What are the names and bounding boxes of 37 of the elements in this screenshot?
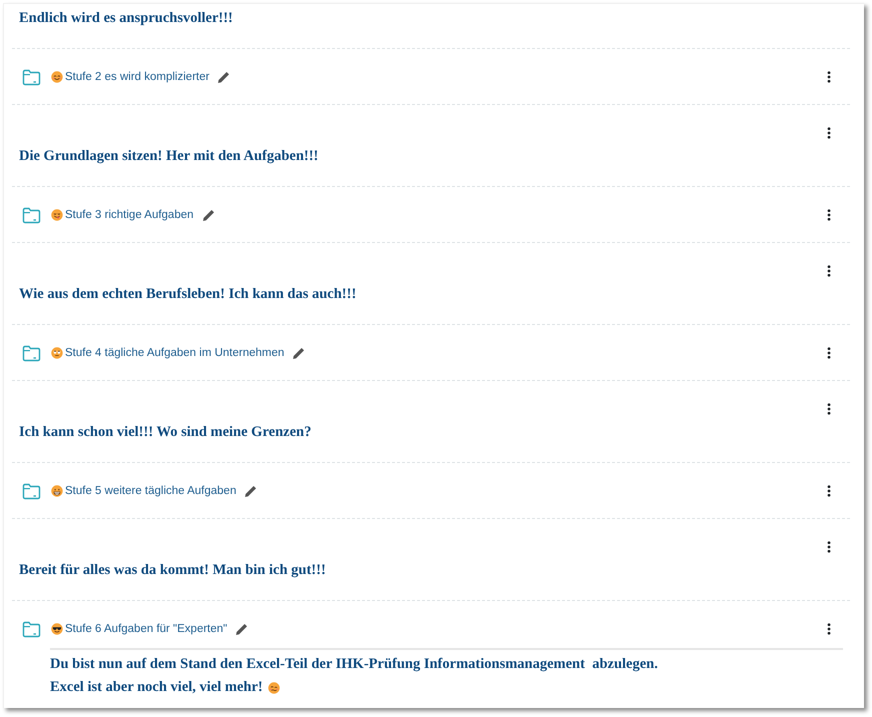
folder-icon <box>22 482 41 500</box>
kebab-menu-icon[interactable] <box>827 541 831 553</box>
eye-roll-face-icon <box>51 347 63 359</box>
section-title: Wie aus dem echten Berufsleben! Ich kann das auch!!! <box>18 285 358 304</box>
activity-link[interactable]: Stufe 5 weitere tägliche Aufgaben <box>65 485 236 497</box>
grinning-face-icon <box>51 485 63 497</box>
kebab-menu-icon[interactable] <box>827 485 831 497</box>
folder-icon <box>22 620 41 638</box>
pencil-icon[interactable] <box>235 622 248 636</box>
section-title: Bereit für alles was da kommt! Man bin ich gut!!! <box>18 561 327 580</box>
kebab-menu-icon[interactable] <box>827 623 831 635</box>
folder-icon <box>22 68 41 86</box>
kebab-menu-icon[interactable] <box>827 265 831 277</box>
activity-link[interactable]: Stufe 6 Aufgaben für "Experten" <box>65 623 228 635</box>
activity-link[interactable]: Stufe 4 tägliche Aufgaben im Unternehmen <box>65 347 284 359</box>
description-text: Excel ist aber noch viel, viel mehr! <box>50 679 263 696</box>
pencil-icon[interactable] <box>244 484 258 498</box>
kebab-menu-icon[interactable] <box>827 71 831 83</box>
section-title: Ich kann schon viel!!! Wo sind meine Grenzen? <box>18 423 312 442</box>
pencil-icon[interactable] <box>202 208 215 222</box>
kebab-menu-icon[interactable] <box>827 127 831 139</box>
sunglasses-face-icon <box>51 623 63 635</box>
activity-link[interactable]: Stufe 3 richtige Aufgaben <box>65 209 194 221</box>
pencil-icon[interactable] <box>292 346 306 360</box>
folder-icon <box>22 206 41 224</box>
kebab-menu-icon[interactable] <box>827 347 831 359</box>
folder-icon <box>22 344 41 362</box>
section-title: Endlich wird es anspruchsvoller!!! <box>18 9 234 28</box>
tongue-out-face-icon <box>51 209 63 221</box>
pencil-icon[interactable] <box>217 70 230 84</box>
smiling-face-icon <box>51 71 63 83</box>
description-text: Du bist nun auf dem Stand den Excel-Teil der IHK-Prüfung Informationsmanagement abzulegen. <box>50 656 658 673</box>
kebab-menu-icon[interactable] <box>827 209 831 221</box>
woozy-face-icon <box>268 682 280 694</box>
kebab-menu-icon[interactable] <box>827 403 831 415</box>
activity-link[interactable]: Stufe 2 es wird komplizierter <box>65 71 210 83</box>
section-title: Die Grundlagen sitzen! Her mit den Aufgaben!!! <box>18 147 320 166</box>
